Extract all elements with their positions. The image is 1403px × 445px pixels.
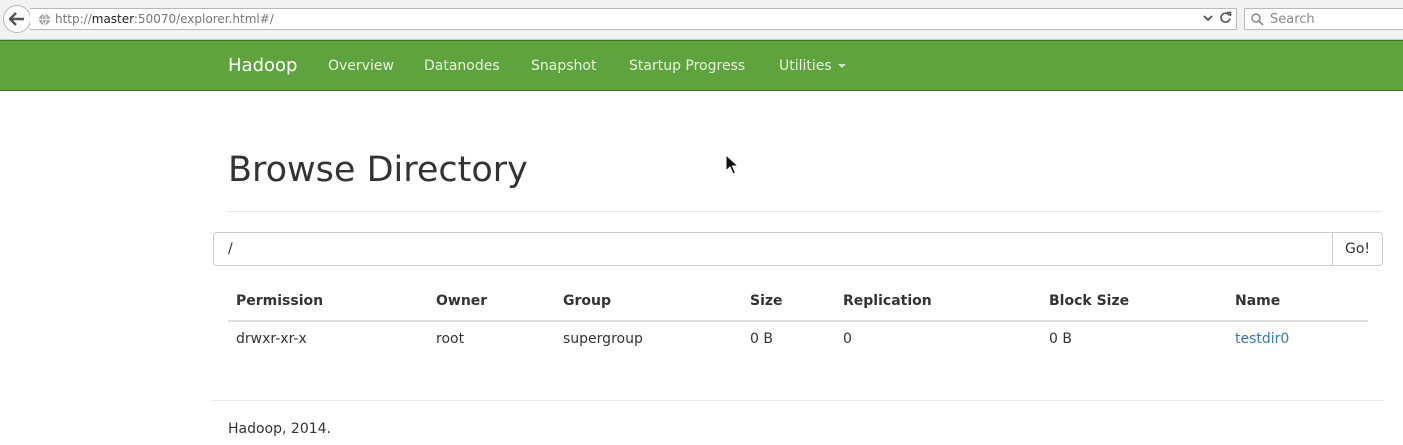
divider — [228, 211, 1382, 212]
nav-startup-progress[interactable]: Startup Progress — [629, 58, 745, 74]
search-icon — [1251, 12, 1264, 26]
brand-link[interactable]: Hadoop — [228, 55, 297, 76]
cell-replication: 0 — [843, 331, 852, 347]
browser-search-input[interactable] — [1270, 11, 1400, 27]
header-replication[interactable]: Replication — [835, 285, 1041, 322]
header-group[interactable]: Group — [555, 285, 742, 322]
footer-divider — [213, 400, 1383, 401]
cell-owner: root — [436, 331, 465, 347]
header-block-size[interactable]: Block Size — [1041, 285, 1227, 322]
table-row: drwxr-xr-x root supergroup 0 B 0 0 B tes… — [228, 321, 1368, 356]
footer-text: Hadoop, 2014. — [228, 421, 331, 437]
chevron-down-icon[interactable] — [1203, 14, 1213, 22]
cell-group: supergroup — [563, 331, 643, 347]
directory-link[interactable]: testdir0 — [1235, 331, 1289, 347]
go-button[interactable]: Go! — [1332, 232, 1383, 266]
browser-toolbar: http://master:50070/explorer.html#/ — [0, 0, 1403, 40]
header-name[interactable]: Name — [1227, 285, 1368, 322]
caret-down-icon — [837, 64, 846, 68]
cell-name: testdir0 — [1227, 321, 1368, 356]
arrow-left-icon — [9, 12, 24, 26]
nav-utilities-label: Utilities — [779, 58, 832, 74]
globe-icon — [38, 13, 51, 26]
header-size[interactable]: Size — [742, 285, 835, 322]
cell-permission: drwxr-xr-x — [236, 331, 307, 347]
nav-snapshot[interactable]: Snapshot — [531, 58, 596, 74]
header-permission[interactable]: Permission — [228, 285, 428, 322]
nav-utilities-dropdown[interactable]: Utilities — [779, 58, 846, 74]
browser-search-box[interactable] — [1244, 8, 1403, 30]
directory-path-input[interactable] — [213, 232, 1334, 266]
table-header-row: Permission Owner Group Size Replication … — [228, 285, 1368, 322]
header-owner[interactable]: Owner — [428, 285, 555, 322]
nav-datanodes[interactable]: Datanodes — [424, 58, 500, 74]
address-bar[interactable]: http://master:50070/explorer.html#/ — [30, 8, 1237, 30]
reload-icon[interactable] — [1219, 11, 1232, 24]
cell-size: 0 B — [750, 331, 773, 347]
page-title: Browse Directory — [228, 150, 528, 190]
url-text: http://master:50070/explorer.html#/ — [55, 12, 274, 26]
back-button[interactable] — [3, 5, 31, 33]
navbar: Hadoop Overview Datanodes Snapshot Start… — [0, 40, 1403, 91]
directory-listing-table: Permission Owner Group Size Replication … — [228, 285, 1368, 356]
mouse-pointer-icon — [725, 154, 739, 175]
cell-block-size: 0 B — [1049, 331, 1072, 347]
nav-overview[interactable]: Overview — [328, 58, 394, 74]
